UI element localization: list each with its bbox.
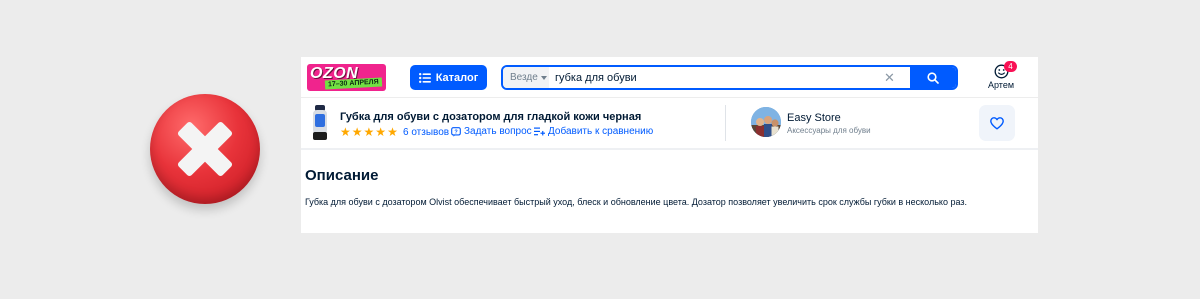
description-heading: Описание [305, 167, 379, 184]
star-icon: ★ [375, 125, 387, 139]
vertical-divider [725, 105, 726, 141]
user-name: Артем [987, 80, 1015, 90]
site-header: OZON 17–30 АПРЕЛЯ Каталог Везде ✕ [301, 57, 1038, 98]
search-button[interactable] [910, 67, 956, 88]
heart-icon [990, 116, 1004, 129]
compare-list-icon [534, 127, 545, 136]
search-bar: Везде ✕ [501, 65, 958, 90]
store-avatar-image [751, 107, 781, 137]
rating-stars: ★ ★ ★ ★ ★ [340, 126, 398, 138]
ask-question-link[interactable]: ? Задать вопрос [451, 126, 532, 137]
add-to-compare-label: Добавить к сравнению [548, 126, 654, 137]
search-icon [927, 71, 939, 84]
star-icon: ★ [387, 125, 398, 139]
ozon-logo[interactable]: OZON 17–30 АПРЕЛЯ [307, 64, 386, 91]
add-to-favorites-button[interactable] [979, 105, 1015, 141]
product-thumbnail[interactable] [311, 105, 329, 141]
user-profile[interactable]: Артем 4 [985, 61, 1017, 94]
catalog-button[interactable]: Каталог [410, 65, 487, 90]
description-text: Губка для обуви с дозатором Olvist обесп… [305, 197, 968, 207]
x-mark-icon [177, 121, 233, 177]
add-to-compare-link[interactable]: Добавить к сравнению [534, 126, 653, 137]
star-icon: ★ [340, 125, 351, 139]
notification-badge: 4 [1004, 61, 1017, 72]
star-icon: ★ [363, 125, 375, 139]
star-icon: ★ [351, 125, 363, 139]
store-subtitle: Аксессуары для обуви [787, 126, 871, 135]
close-icon[interactable]: ✕ [883, 71, 896, 84]
product-title[interactable]: Губка для обуви с дозатором для гладкой … [340, 111, 641, 123]
search-scope-select[interactable]: Везде [503, 67, 549, 88]
search-input[interactable] [551, 67, 891, 88]
catalog-label: Каталог [435, 71, 479, 84]
chevron-down-icon [540, 75, 547, 80]
logo-dates: 17–30 АПРЕЛЯ [324, 77, 382, 90]
search-scope-label: Везде [510, 72, 538, 83]
error-x-badge [150, 94, 260, 204]
menu-lines-icon [418, 72, 431, 83]
reviews-link[interactable]: 6 отзывов [403, 127, 449, 138]
store-name[interactable]: Easy Store [787, 112, 841, 124]
store-avatar[interactable] [751, 107, 781, 137]
question-bubble-icon: ? [451, 126, 461, 137]
ozon-product-page: OZON 17–30 АПРЕЛЯ Каталог Везде ✕ [301, 57, 1038, 233]
ask-question-label: Задать вопрос [464, 126, 532, 137]
product-sticky-bar: Губка для обуви с дозатором для гладкой … [301, 98, 1038, 150]
